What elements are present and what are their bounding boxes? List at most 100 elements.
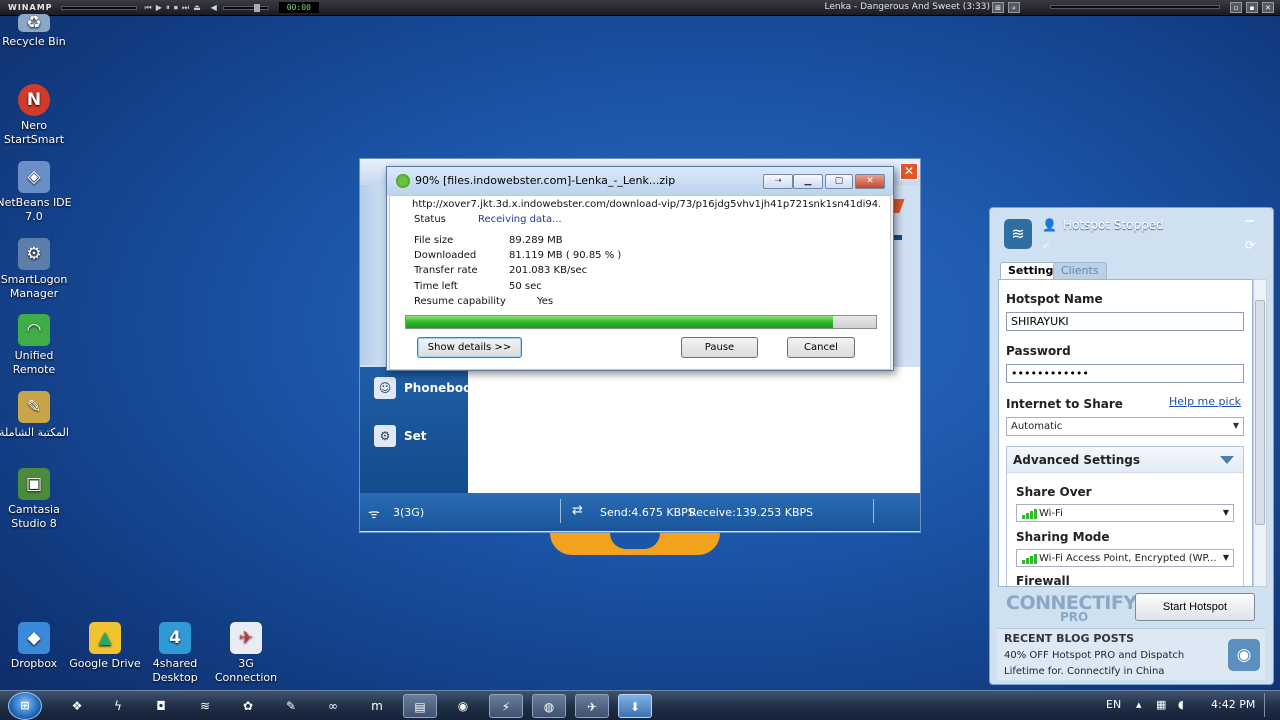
next-icon[interactable]: ⏭: [182, 3, 189, 13]
minimize-icon[interactable]: −: [1244, 214, 1255, 229]
wifi-tool-icon[interactable]: ≋: [188, 694, 222, 718]
transfer-rate-value: 201.083 KB/sec: [509, 265, 588, 276]
desktop-icon-label: Camtasia Studio 8: [8, 503, 60, 530]
winamp-logo[interactable]: WINAMP: [0, 3, 61, 12]
pause-icon[interactable]: ⏸: [166, 3, 170, 13]
camera-icon[interactable]: ◘: [144, 694, 178, 718]
hotspot-status: Hotspot Stopped: [1063, 218, 1164, 232]
3g-modem-icon[interactable]: ✈: [575, 694, 609, 718]
desktop-icon-smartlogon[interactable]: ⚙ SmartLogon Manager: [0, 238, 72, 301]
chevron-down-icon: ▼: [1222, 508, 1229, 517]
resume-capability-value: Yes: [537, 296, 554, 307]
desktop-icon-label: Nero StartSmart: [3, 119, 65, 146]
phonebook-icon: ☺: [374, 377, 396, 399]
winamp-search-icon[interactable]: ⌕: [1008, 2, 1020, 13]
cancel-button[interactable]: Cancel: [787, 337, 855, 358]
desktop-icon-nero[interactable]: N Nero StartSmart: [0, 84, 72, 147]
minimize-button[interactable]: ▁: [793, 174, 823, 189]
desktop-icon-unified-remote[interactable]: ◠ Unified Remote: [0, 314, 72, 377]
start-orb-icon[interactable]: ⊞: [8, 692, 42, 720]
send-rate: Send:4.675 KBPS: [600, 506, 695, 519]
connectify-header: ≋ 👤 Hotspot Stopped ✔ − ⟳: [990, 208, 1273, 264]
winamp-close-icon[interactable]: ✕: [1262, 2, 1274, 13]
modem-close-icon[interactable]: ✕: [900, 163, 918, 180]
desktop-icon-dropbox[interactable]: ◆ Dropbox: [0, 622, 72, 671]
collapse-icon[interactable]: [1220, 456, 1234, 464]
download-url: http://xover7.jkt.3d.x.indowebster.com/d…: [412, 199, 880, 210]
tab-clients[interactable]: Clients: [1053, 262, 1107, 279]
close-button[interactable]: ✕: [855, 174, 885, 189]
pause-button[interactable]: Pause: [681, 337, 758, 358]
stop-icon[interactable]: ⏹: [174, 3, 178, 13]
desktop-icon-google-drive[interactable]: ▲ Google Drive: [67, 622, 143, 671]
winamp-controls: ⏮ ▶ ⏸ ⏹ ⏭ ⏏: [145, 3, 201, 13]
winamp-seek-bar[interactable]: [60, 5, 137, 10]
desktop-icon-recycle-bin[interactable]: ♻ Recycle Bin: [0, 14, 72, 49]
play-icon[interactable]: ▶: [156, 3, 162, 13]
volume-slider[interactable]: [222, 3, 269, 12]
internet-to-share-select[interactable]: Automatic ▼: [1006, 417, 1244, 436]
chevron-down-icon: ▼: [1232, 421, 1239, 430]
puzzle-icon[interactable]: ✿: [231, 694, 265, 718]
password-label: Password: [1006, 344, 1071, 358]
winamp-menu2-icon[interactable]: ▪: [1246, 2, 1258, 13]
tray-expand-icon[interactable]: ▴: [1136, 698, 1142, 711]
hotspot-name-input[interactable]: SHIRAYUKI: [1006, 312, 1244, 331]
vs-icon[interactable]: ∞: [316, 694, 350, 718]
window-switcher-icon[interactable]: ❖: [60, 694, 94, 718]
network-tray-icon[interactable]: ▦: [1156, 698, 1166, 711]
network-type: 3(3G): [393, 506, 425, 519]
library-icon: ✎: [18, 391, 50, 423]
help-me-pick-link[interactable]: Help me pick: [1169, 395, 1241, 408]
password-input[interactable]: ••••••••••••: [1006, 364, 1244, 383]
scrollbar-thumb[interactable]: [1255, 300, 1265, 525]
show-details-button[interactable]: Show details >>: [417, 337, 522, 358]
sharing-mode-select[interactable]: Wi-Fi Access Point, Encrypted (WP... ▼: [1016, 549, 1234, 567]
share-over-select[interactable]: Wi-Fi ▼: [1016, 504, 1234, 522]
desktop-icon-label: 3G Connection: [214, 657, 278, 684]
desktop-icon-netbeans[interactable]: ◈ NetBeans IDE 7.0: [0, 161, 72, 224]
winamp-menu-icon[interactable]: ⊞: [992, 2, 1004, 13]
firefox-icon[interactable]: ◉: [446, 694, 480, 718]
sidebar-item-set[interactable]: ⚙ Set: [374, 419, 427, 453]
internet-to-share-value: Automatic: [1011, 421, 1063, 432]
chrome-icon[interactable]: ◍: [532, 694, 566, 718]
sharing-mode-value: Wi-Fi Access Point, Encrypted (WP...: [1039, 553, 1217, 564]
time-left-value: 50 sec: [509, 281, 542, 292]
smartlogon-icon: ⚙: [18, 238, 50, 270]
refresh-icon[interactable]: ⟳: [1245, 238, 1255, 252]
show-desktop-button[interactable]: [1264, 693, 1278, 717]
desktop-icon-4shared[interactable]: 4 4shared Desktop: [137, 622, 213, 685]
m-app-icon[interactable]: m: [360, 694, 394, 718]
connectify-logo-pro: PRO: [1060, 610, 1089, 624]
sidebar-item-phonebook[interactable]: ☺ Phonebook: [374, 371, 479, 405]
language-indicator[interactable]: EN: [1106, 698, 1121, 711]
send-to-tray-button[interactable]: ➝: [763, 174, 793, 189]
winamp-restore-icon[interactable]: ▫: [1230, 2, 1242, 13]
notes-icon[interactable]: ✎: [274, 694, 308, 718]
idm-icon[interactable]: ⬇: [618, 694, 652, 718]
share-over-value: Wi-Fi: [1039, 508, 1063, 519]
flash-icon[interactable]: ϟ: [101, 694, 135, 718]
desktop-icon-label: SmartLogon Manager: [0, 273, 68, 300]
advanced-settings-header[interactable]: Advanced Settings: [1007, 447, 1243, 473]
eject-icon[interactable]: ⏏: [193, 3, 201, 13]
start-hotspot-button[interactable]: Start Hotspot: [1135, 593, 1255, 621]
volume-tray-icon[interactable]: ◖: [1178, 698, 1184, 711]
unified-remote-icon: ◠: [18, 314, 50, 346]
previous-icon[interactable]: ⏮: [145, 3, 152, 13]
desktop-icon-camtasia[interactable]: ▣ Camtasia Studio 8: [0, 468, 72, 531]
maximize-button[interactable]: ▢: [825, 174, 853, 189]
winamp-icon[interactable]: ⚡: [489, 694, 523, 718]
winamp-balance-slider[interactable]: [1050, 5, 1220, 9]
hotspot-name-label: Hotspot Name: [1006, 292, 1103, 306]
blog-post-link[interactable]: 40% OFF Hotspot PRO and Dispatch Lifetim…: [1004, 648, 1226, 680]
explorer-icon[interactable]: ▤: [403, 694, 437, 718]
settings-scrollbar[interactable]: [1253, 279, 1267, 587]
desktop-icon-3g-connection[interactable]: ✈ 3G Connection: [208, 622, 284, 685]
connectify-settings-panel: Hotspot Name SHIRAYUKI Password ••••••••…: [998, 279, 1253, 587]
clock[interactable]: 4:42 PM: [1211, 698, 1255, 711]
rss-icon[interactable]: ◉: [1228, 639, 1260, 671]
connectify-panel: ≋ 👤 Hotspot Stopped ✔ − ⟳ Settings Clien…: [989, 207, 1274, 685]
desktop-icon-library[interactable]: ✎ المكتبة الشاملة: [0, 391, 72, 440]
